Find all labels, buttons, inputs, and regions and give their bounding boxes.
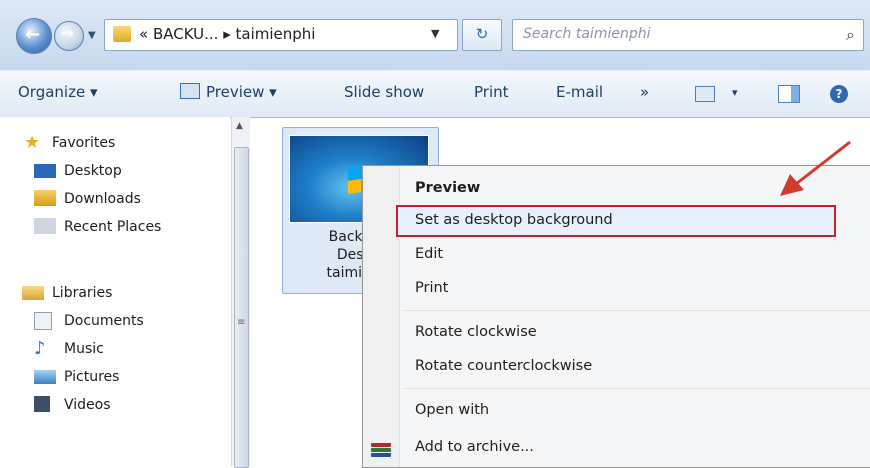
command-bar: Organize ▾ Preview ▾ Slide show Print E-… bbox=[0, 70, 870, 118]
music-icon: ♪ bbox=[34, 338, 46, 359]
nav-favorites-label: Favorites bbox=[52, 135, 116, 151]
nav-scrollbar[interactable]: ▲ ≡ bbox=[231, 117, 250, 468]
menu-item-rotate-counterclockwise[interactable]: Rotate counterclockwise bbox=[415, 358, 592, 374]
scroll-up-icon[interactable]: ▲ bbox=[236, 121, 243, 131]
nav-desktop-label: Desktop bbox=[64, 163, 122, 179]
organize-button[interactable]: Organize ▾ bbox=[18, 83, 98, 101]
back-button[interactable]: ← bbox=[16, 18, 52, 54]
preview-pane-icon[interactable] bbox=[778, 85, 800, 103]
preview-label: Preview ▾ bbox=[206, 83, 277, 101]
nav-music-label: Music bbox=[64, 341, 104, 357]
menu-item-open-with[interactable]: Open with bbox=[415, 402, 489, 418]
search-icon[interactable]: ⌕ bbox=[846, 25, 855, 45]
winrar-archive-icon bbox=[371, 443, 391, 461]
search-box[interactable]: ⌕ bbox=[512, 19, 864, 51]
menu-icon-gutter bbox=[363, 166, 400, 467]
menu-item-set-desktop-background[interactable]: Set as desktop background bbox=[415, 212, 613, 228]
menu-item-edit[interactable]: Edit bbox=[415, 246, 443, 262]
nav-favorites[interactable]: ★ Favorites bbox=[24, 132, 116, 153]
nav-documents-label: Documents bbox=[64, 313, 144, 329]
context-menu: Preview Set as desktop background Edit P… bbox=[362, 165, 870, 468]
desktop-icon bbox=[34, 164, 56, 178]
documents-icon bbox=[34, 312, 52, 330]
star-icon: ★ bbox=[24, 132, 41, 153]
menu-item-add-to-archive[interactable]: Add to archive... bbox=[415, 439, 534, 455]
nav-libraries[interactable]: Libraries bbox=[22, 285, 113, 301]
nav-pictures[interactable]: Pictures bbox=[34, 369, 120, 385]
refresh-icon: ↻ bbox=[475, 25, 489, 43]
annotation-arrow-icon bbox=[780, 140, 851, 196]
scroll-grip-icon: ≡ bbox=[237, 317, 246, 328]
print-button[interactable]: Print bbox=[474, 83, 509, 101]
change-view-icon[interactable] bbox=[695, 86, 715, 102]
nav-recent-label: Recent Places bbox=[64, 219, 162, 235]
nav-downloads-label: Downloads bbox=[64, 191, 141, 207]
view-dropdown[interactable]: ▾ bbox=[732, 86, 738, 99]
address-dropdown-icon[interactable]: ▼ bbox=[431, 27, 439, 40]
recent-places-icon bbox=[34, 218, 56, 234]
nav-desktop[interactable]: Desktop bbox=[34, 163, 122, 179]
nav-videos[interactable]: Videos bbox=[34, 396, 111, 413]
address-field[interactable]: « BACKU... ▸ taimienphi ▼ bbox=[104, 19, 458, 51]
nav-pictures-label: Pictures bbox=[64, 369, 120, 385]
navigation-pane: ★ Favorites Desktop Downloads Recent Pla… bbox=[0, 117, 230, 466]
nav-music[interactable]: ♪ Music bbox=[34, 338, 104, 359]
forward-arrow-icon: → bbox=[61, 24, 74, 42]
more-commands-button[interactable]: » bbox=[640, 83, 649, 101]
menu-item-rotate-clockwise[interactable]: Rotate clockwise bbox=[415, 324, 537, 340]
recent-pages-dropdown-icon[interactable]: ▼ bbox=[88, 30, 96, 41]
help-icon[interactable]: ? bbox=[830, 85, 848, 103]
folder-icon bbox=[113, 26, 131, 42]
nav-documents[interactable]: Documents bbox=[34, 312, 144, 330]
slideshow-button[interactable]: Slide show bbox=[344, 83, 424, 101]
menu-item-preview[interactable]: Preview bbox=[415, 180, 480, 196]
address-path: « BACKU... ▸ taimienphi bbox=[139, 25, 316, 43]
pictures-icon bbox=[34, 370, 56, 384]
email-button[interactable]: E-mail bbox=[556, 83, 603, 101]
nav-recent-places[interactable]: Recent Places bbox=[34, 218, 162, 235]
menu-separator bbox=[403, 388, 870, 389]
nav-videos-label: Videos bbox=[64, 397, 111, 413]
preview-button[interactable]: Preview ▾ bbox=[180, 83, 277, 101]
preview-icon bbox=[180, 83, 200, 99]
nav-downloads[interactable]: Downloads bbox=[34, 190, 141, 207]
nav-libraries-label: Libraries bbox=[52, 285, 113, 301]
scrollbar-thumb[interactable] bbox=[234, 147, 249, 468]
libraries-icon bbox=[22, 286, 44, 300]
menu-separator bbox=[403, 310, 870, 311]
search-input[interactable] bbox=[521, 25, 825, 43]
videos-icon bbox=[34, 396, 50, 412]
menu-item-print[interactable]: Print bbox=[415, 280, 448, 296]
forward-button[interactable]: → bbox=[54, 21, 84, 51]
downloads-folder-icon bbox=[34, 190, 56, 206]
back-arrow-icon: ← bbox=[25, 24, 41, 45]
address-bar-region: ← → ▼ « BACKU... ▸ taimienphi ▼ ↻ ⌕ bbox=[0, 0, 870, 70]
refresh-button[interactable]: ↻ bbox=[462, 19, 502, 51]
